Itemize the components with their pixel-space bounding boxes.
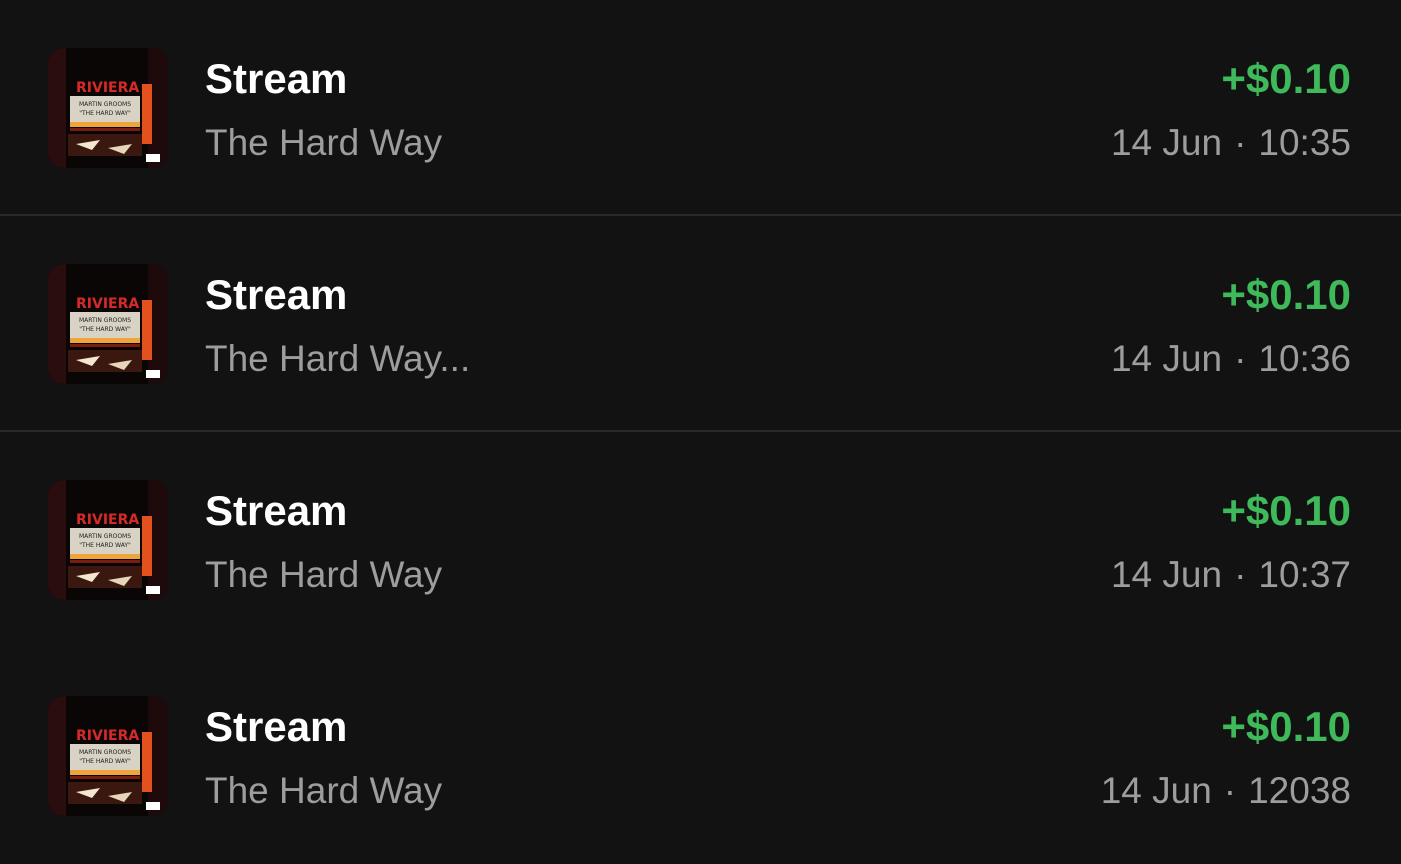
transaction-time: 10:36: [1258, 338, 1351, 379]
album-art: RIVIERA MARTIN GROOMS "THE HARD WAY": [48, 264, 168, 384]
transaction-datetime: 14 Jun · 12038: [1101, 768, 1351, 814]
transaction-row[interactable]: RIVIERA MARTIN GROOMS "THE HARD WAY" Str…: [0, 0, 1401, 216]
marquee-line-2: "THE HARD WAY": [79, 758, 131, 765]
marquee-line-1: MARTIN GROOMS: [79, 317, 131, 324]
marquee-sign: RIVIERA: [76, 80, 139, 96]
marquee-line-1: MARTIN GROOMS: [79, 101, 131, 108]
transaction-datetime: 14 Jun · 10:35: [1111, 120, 1351, 166]
separator-dot: ·: [1234, 338, 1247, 379]
transaction-list: RIVIERA MARTIN GROOMS "THE HARD WAY" Str…: [0, 0, 1401, 864]
marquee-line-2: "THE HARD WAY": [79, 110, 131, 117]
transaction-date: 14 Jun: [1110, 554, 1223, 595]
transaction-amount: +$0.10: [1221, 55, 1351, 102]
transaction-subtitle: The Hard Way: [205, 770, 443, 811]
album-art: RIVIERA MARTIN GROOMS "THE HARD WAY": [48, 480, 168, 600]
transaction-time: 10:35: [1258, 122, 1351, 163]
transaction-time: 10:37: [1258, 554, 1351, 595]
transaction-date: 14 Jun: [1110, 338, 1223, 379]
separator-dot: ·: [1234, 122, 1247, 163]
transaction-subtitle: The Hard Way: [205, 122, 443, 163]
transaction-title: Stream: [205, 703, 348, 750]
marquee-sign: RIVIERA: [76, 296, 139, 312]
marquee-line-1: MARTIN GROOMS: [79, 533, 131, 540]
transaction-row[interactable]: RIVIERA MARTIN GROOMS "THE HARD WAY" Str…: [0, 432, 1401, 648]
transaction-title: Stream: [205, 487, 348, 534]
marquee-sign: RIVIERA: [76, 728, 139, 744]
marquee-line-2: "THE HARD WAY": [79, 542, 131, 549]
transaction-date: 14 Jun: [1100, 770, 1212, 811]
transaction-datetime: 14 Jun · 10:37: [1111, 552, 1351, 598]
marquee-line-1: MARTIN GROOMS: [79, 749, 131, 756]
transaction-date: 14 Jun: [1110, 122, 1223, 163]
transaction-amount: +$0.10: [1221, 703, 1351, 750]
transaction-amount: +$0.10: [1221, 271, 1351, 318]
transaction-subtitle: The Hard Way...: [205, 338, 471, 379]
transaction-datetime: 14 Jun · 10:36: [1111, 336, 1351, 382]
album-art: RIVIERA MARTIN GROOMS "THE HARD WAY": [48, 48, 168, 168]
separator-dot: ·: [1223, 770, 1237, 811]
transaction-time: 12038: [1248, 770, 1351, 811]
separator-dot: ·: [1234, 554, 1247, 595]
marquee-line-2: "THE HARD WAY": [79, 326, 131, 333]
transaction-subtitle: The Hard Way: [205, 554, 443, 595]
marquee-sign: RIVIERA: [76, 512, 139, 528]
transaction-row[interactable]: RIVIERA MARTIN GROOMS "THE HARD WAY" Str…: [0, 648, 1401, 864]
transaction-row[interactable]: RIVIERA MARTIN GROOMS "THE HARD WAY" Str…: [0, 216, 1401, 432]
transaction-amount: +$0.10: [1221, 487, 1351, 534]
transaction-title: Stream: [205, 271, 348, 318]
transaction-title: Stream: [205, 55, 348, 102]
album-art: RIVIERA MARTIN GROOMS "THE HARD WAY": [48, 696, 168, 816]
